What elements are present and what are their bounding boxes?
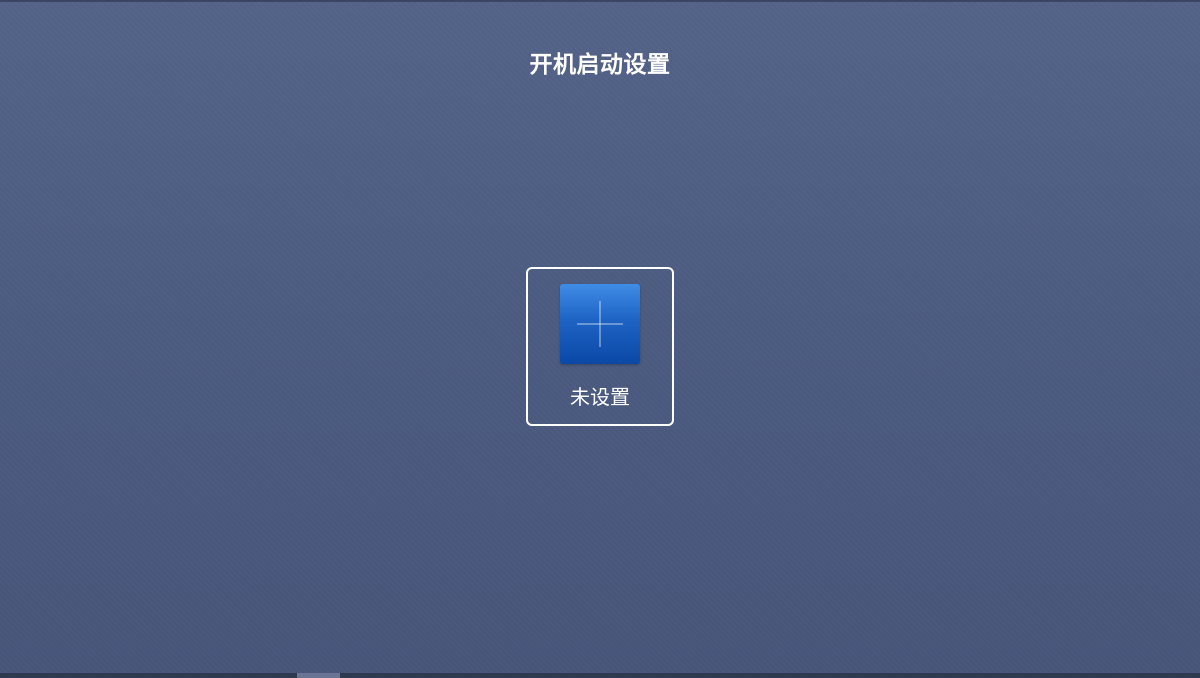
boot-startup-settings-screen: { "page": { "title": "开机启动设置" }, "startu… <box>0 0 1200 678</box>
top-edge-divider <box>0 0 1200 2</box>
bottom-scrollbar[interactable] <box>0 673 1200 678</box>
add-app-tile[interactable] <box>560 284 640 364</box>
slot-status-label: 未设置 <box>570 385 630 409</box>
startup-app-slot[interactable]: 未设置 <box>526 267 674 426</box>
scrollbar-thumb[interactable] <box>297 673 340 678</box>
plus-icon-vertical-stroke <box>599 301 601 347</box>
page-title: 开机启动设置 <box>529 52 671 78</box>
